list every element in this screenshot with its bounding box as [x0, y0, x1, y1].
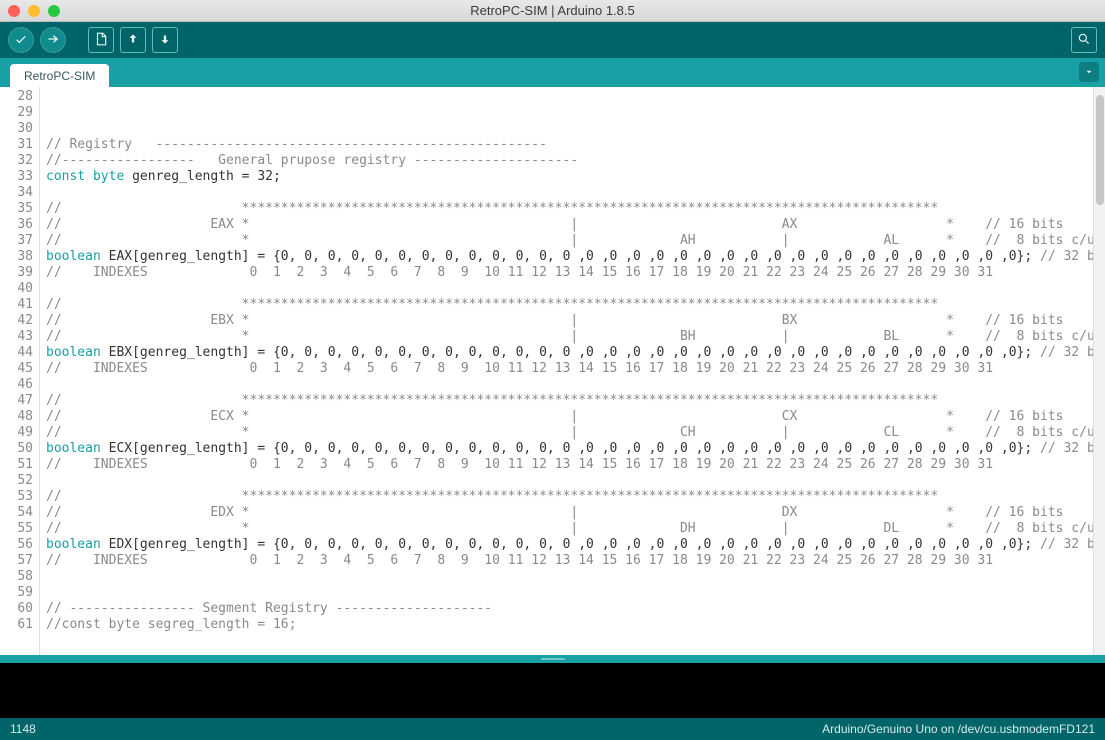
- titlebar: RetroPC-SIM | Arduino 1.8.5: [0, 0, 1105, 22]
- check-icon: [14, 32, 28, 49]
- console-output[interactable]: [0, 663, 1105, 718]
- arrow-right-icon: [46, 32, 60, 49]
- verify-button[interactable]: [8, 27, 34, 53]
- panel-divider[interactable]: [0, 655, 1105, 663]
- code-area[interactable]: // Registry ----------------------------…: [40, 87, 1093, 655]
- status-line-number: 1148: [10, 722, 36, 736]
- file-icon: [94, 32, 108, 49]
- statusbar: 1148 Arduino/Genuino Uno on /dev/cu.usbm…: [0, 718, 1105, 740]
- scrollbar-thumb[interactable]: [1096, 95, 1104, 205]
- upload-button[interactable]: [40, 27, 66, 53]
- window-controls: [8, 5, 60, 17]
- editor[interactable]: 2829303132333435363738394041424344454647…: [0, 87, 1105, 655]
- status-board-port: Arduino/Genuino Uno on /dev/cu.usbmodemF…: [822, 722, 1095, 736]
- maximize-window-button[interactable]: [48, 5, 60, 17]
- tab-menu-button[interactable]: [1079, 62, 1099, 82]
- arrow-down-icon: [158, 32, 172, 49]
- save-sketch-button[interactable]: [152, 27, 178, 53]
- minimize-window-button[interactable]: [28, 5, 40, 17]
- close-window-button[interactable]: [8, 5, 20, 17]
- arrow-up-icon: [126, 32, 140, 49]
- magnifier-icon: [1077, 32, 1091, 49]
- window-title: RetroPC-SIM | Arduino 1.8.5: [470, 3, 635, 18]
- line-number-gutter: 2829303132333435363738394041424344454647…: [0, 87, 40, 655]
- tab-active[interactable]: RetroPC-SIM: [10, 64, 109, 87]
- chevron-down-icon: [1084, 65, 1094, 80]
- new-sketch-button[interactable]: [88, 27, 114, 53]
- toolbar: [0, 22, 1105, 58]
- vertical-scrollbar[interactable]: [1093, 87, 1105, 655]
- tabbar: RetroPC-SIM: [0, 58, 1105, 87]
- open-sketch-button[interactable]: [120, 27, 146, 53]
- serial-monitor-button[interactable]: [1071, 27, 1097, 53]
